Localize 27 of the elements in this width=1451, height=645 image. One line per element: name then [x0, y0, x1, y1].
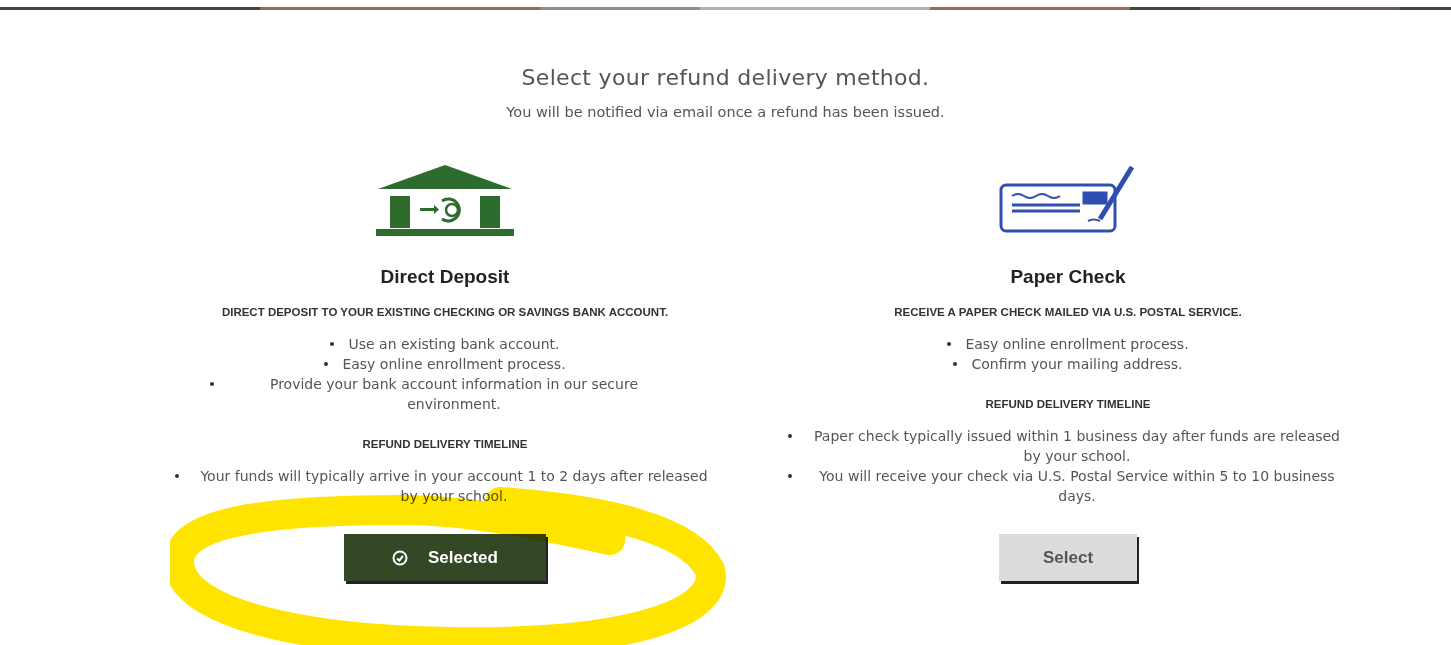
option-tagline: DIRECT DEPOSIT TO YOUR EXISTING CHECKING OR SAVINGS BANK ACCOUNT.	[221, 306, 669, 318]
option-title: Direct Deposit	[380, 266, 510, 288]
bullet-icon	[947, 342, 952, 346]
bullet-icon	[788, 474, 792, 478]
feature-text: Confirm your mailing address.	[971, 355, 1183, 374]
select-button[interactable]: Select	[998, 534, 1138, 581]
check-circle-icon	[392, 549, 409, 566]
timeline-heading: REFUND DELIVERY TIMELINE	[985, 398, 1151, 410]
bullet-icon	[324, 362, 329, 366]
bullet-icon	[210, 382, 214, 386]
timeline-text: You will receive your check via U.S. Postal Service within 5 to 10 business days.	[818, 467, 1336, 506]
bullet-icon	[953, 362, 958, 366]
option-tagline: RECEIVE A PAPER CHECK MAILED VIA U.S. POSTAL SERVICE.	[894, 306, 1242, 318]
timeline-text: Paper check typically issued within 1 business day after funds are released by your school.	[813, 427, 1341, 466]
option-title: Paper Check	[1010, 266, 1126, 288]
bullet-icon	[330, 342, 335, 346]
selected-button[interactable]: Selected	[344, 534, 546, 581]
feature-text: Provide your bank account information in our secure environment.	[268, 375, 639, 414]
page-title: Select your refund delivery method.	[521, 65, 930, 90]
feature-text: Use an existing bank account.	[348, 335, 560, 354]
timeline-heading: REFUND DELIVERY TIMELINE	[362, 438, 528, 450]
feature-text: Easy online enrollment process.	[965, 335, 1189, 354]
bank-icon	[376, 163, 514, 237]
bullet-icon	[175, 474, 179, 478]
bullet-icon	[788, 434, 792, 438]
feature-text: Easy online enrollment process.	[342, 355, 566, 374]
page-subtitle: You will be notified via email once a refund has been issued.	[506, 104, 945, 120]
